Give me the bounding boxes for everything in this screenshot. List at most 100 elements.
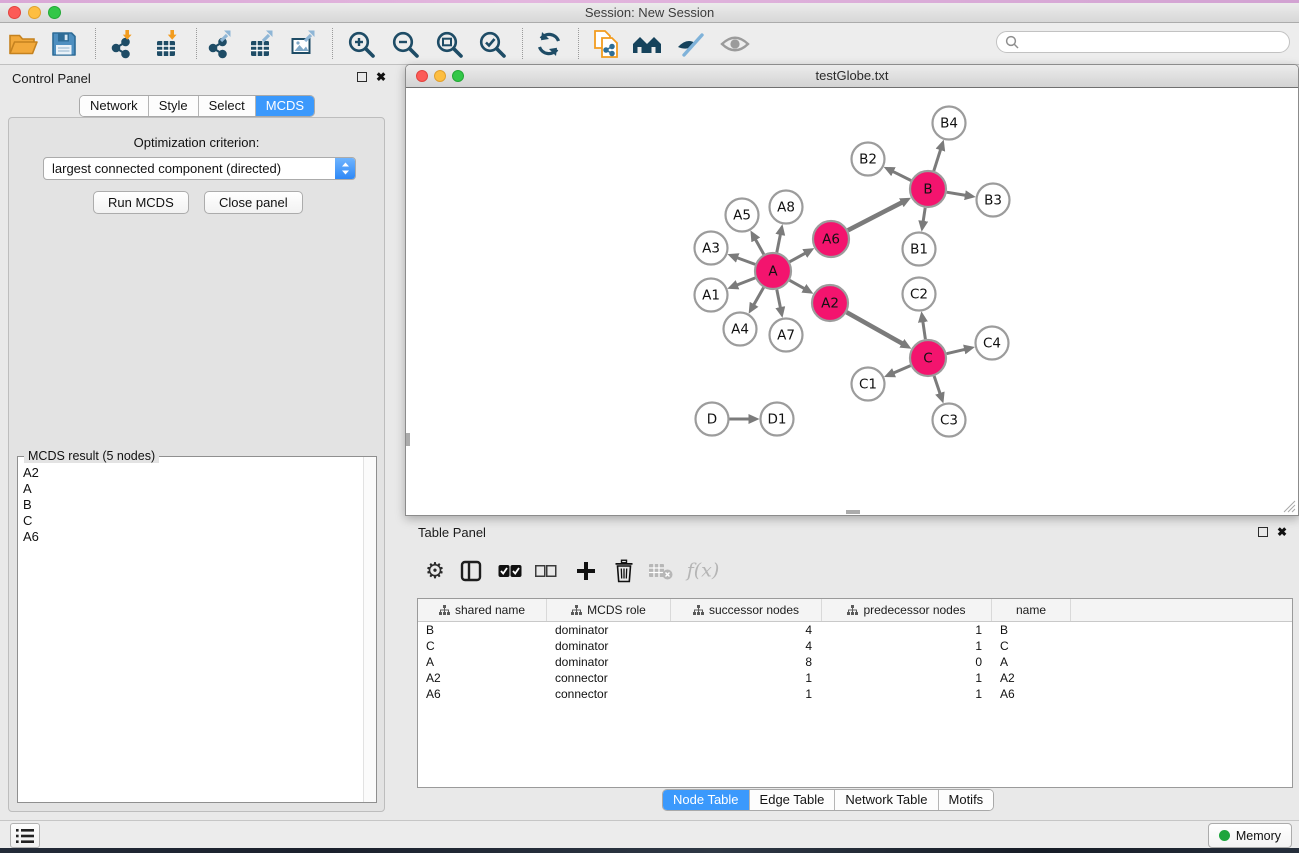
table-cell[interactable]: A — [992, 655, 1071, 669]
graph-node-B[interactable]: B — [910, 171, 946, 207]
task-history-button[interactable] — [10, 823, 40, 848]
graph-edge-A6-B[interactable] — [848, 202, 902, 230]
graph-node-A1[interactable]: A1 — [695, 279, 728, 312]
graph-node-A8[interactable]: A8 — [770, 191, 803, 224]
table-row[interactable]: Bdominator41B — [418, 622, 1292, 638]
table-cell[interactable]: C — [992, 639, 1071, 653]
duplicate-network-button[interactable] — [593, 29, 619, 59]
table-cell[interactable]: connector — [547, 671, 671, 685]
table-row[interactable]: A2connector11A2 — [418, 670, 1292, 686]
tab-network-table[interactable]: Network Table — [835, 790, 938, 810]
graph-edge-A-A1[interactable] — [737, 278, 756, 285]
table-cell[interactable]: 1 — [822, 687, 992, 701]
tab-style[interactable]: Style — [149, 96, 199, 116]
table-row[interactable]: Adominator80A — [418, 654, 1292, 670]
float-table-panel-icon[interactable] — [1258, 527, 1268, 537]
column-header-name[interactable]: name — [992, 599, 1071, 621]
graph-edge-A-A4[interactable] — [754, 288, 764, 306]
graph-node-A3[interactable]: A3 — [695, 232, 728, 265]
graph-edge-B-B4[interactable] — [934, 149, 941, 171]
tab-motifs[interactable]: Motifs — [939, 790, 994, 810]
save-session-button[interactable] — [51, 30, 78, 57]
graph-edge-C-C4[interactable] — [947, 349, 966, 353]
hide-selected-button[interactable] — [675, 31, 705, 57]
tab-network[interactable]: Network — [80, 96, 149, 116]
graph-node-B2[interactable]: B2 — [852, 143, 885, 176]
show-home-button[interactable] — [632, 31, 662, 57]
graph-edge-A-A6[interactable] — [790, 253, 806, 262]
table-cell[interactable]: dominator — [547, 639, 671, 653]
mcds-result-item[interactable]: A — [23, 481, 363, 497]
table-cell[interactable]: A6 — [418, 687, 547, 701]
settings-gear-button[interactable]: ⚙ — [425, 560, 445, 582]
graph-edge-A-A7[interactable] — [777, 290, 781, 309]
graph-node-C3[interactable]: C3 — [933, 404, 966, 437]
graph-node-A4[interactable]: A4 — [724, 313, 757, 346]
table-cell[interactable]: A2 — [418, 671, 547, 685]
graph-edge-C-C2[interactable] — [923, 321, 926, 339]
select-all-rows-button[interactable] — [498, 565, 522, 578]
table-cell[interactable]: A6 — [992, 687, 1071, 701]
search-input[interactable] — [1024, 34, 1289, 50]
float-panel-icon[interactable] — [357, 72, 367, 82]
tab-select[interactable]: Select — [199, 96, 256, 116]
close-table-panel-icon[interactable]: ✖ — [1277, 527, 1287, 537]
graph-edge-A-A2[interactable] — [790, 280, 805, 289]
table-cell[interactable]: 1 — [822, 623, 992, 637]
apply-layout-button[interactable] — [535, 30, 563, 58]
graph-edge-A-A5[interactable] — [755, 239, 764, 254]
graph-edge-A2-C[interactable] — [847, 312, 903, 344]
graph-node-C4[interactable]: C4 — [976, 327, 1009, 360]
import-table-button[interactable] — [154, 29, 179, 59]
graph-node-C2[interactable]: C2 — [903, 278, 936, 311]
table-cell[interactable]: 4 — [671, 639, 822, 653]
graph-node-A6[interactable]: A6 — [813, 221, 849, 257]
table-cell[interactable]: 0 — [822, 655, 992, 669]
graph-edge-B-B3[interactable] — [947, 192, 966, 195]
search-box[interactable] — [996, 31, 1290, 53]
table-cell[interactable]: 8 — [671, 655, 822, 669]
table-cell[interactable]: 4 — [671, 623, 822, 637]
network-canvas[interactable]: B4B2BB3B1A5A8A3A6AA1A4A7A2C2CC4C1C3DD1 — [406, 87, 1298, 515]
table-cell[interactable]: A — [418, 655, 547, 669]
graph-edge-B-B1[interactable] — [923, 208, 925, 222]
export-image-button[interactable] — [290, 29, 317, 59]
mcds-result-item[interactable]: A2 — [23, 465, 363, 481]
graph-node-B1[interactable]: B1 — [903, 233, 936, 266]
deselect-all-rows-button[interactable] — [535, 565, 557, 577]
table-cell[interactable]: 1 — [671, 671, 822, 685]
tab-node-table[interactable]: Node Table — [663, 790, 750, 810]
graph-node-C1[interactable]: C1 — [852, 368, 885, 401]
mcds-result-item[interactable]: A6 — [23, 529, 363, 545]
run-mcds-button[interactable]: Run MCDS — [93, 191, 189, 214]
tab-edge-table[interactable]: Edge Table — [750, 790, 836, 810]
optimization-criterion-select[interactable]: largest connected component (directed) — [43, 157, 356, 180]
zoom-selected-button[interactable] — [478, 29, 507, 58]
graph-node-A2[interactable]: A2 — [812, 285, 848, 321]
close-panel-button[interactable]: Close panel — [204, 191, 303, 214]
graph-node-B4[interactable]: B4 — [933, 107, 966, 140]
table-cell[interactable]: A2 — [992, 671, 1071, 685]
graph-edge-A-A3[interactable] — [737, 258, 755, 265]
graph-node-A7[interactable]: A7 — [770, 319, 803, 352]
show-all-button[interactable] — [720, 33, 750, 55]
graph-node-C[interactable]: C — [910, 340, 946, 376]
import-network-button[interactable] — [109, 29, 134, 59]
mcds-result-item[interactable]: C — [23, 513, 363, 529]
export-network-button[interactable] — [206, 29, 233, 59]
table-cell[interactable]: dominator — [547, 655, 671, 669]
column-header-shared-name[interactable]: shared name — [418, 599, 547, 621]
close-panel-icon[interactable]: ✖ — [376, 72, 386, 82]
table-cell[interactable]: C — [418, 639, 547, 653]
graph-edge-B-B2[interactable] — [893, 171, 911, 180]
result-list-scrollbar[interactable] — [363, 457, 376, 802]
column-header-predecessor-nodes[interactable]: predecessor nodes — [822, 599, 992, 621]
graph-node-A5[interactable]: A5 — [726, 199, 759, 232]
zoom-out-button[interactable] — [391, 29, 420, 58]
table-cell[interactable]: dominator — [547, 623, 671, 637]
zoom-in-button[interactable] — [347, 29, 376, 58]
export-table-button[interactable] — [248, 29, 275, 59]
graph-node-A[interactable]: A — [755, 253, 791, 289]
column-browser-button[interactable] — [460, 560, 482, 582]
add-column-button[interactable] — [576, 561, 596, 581]
